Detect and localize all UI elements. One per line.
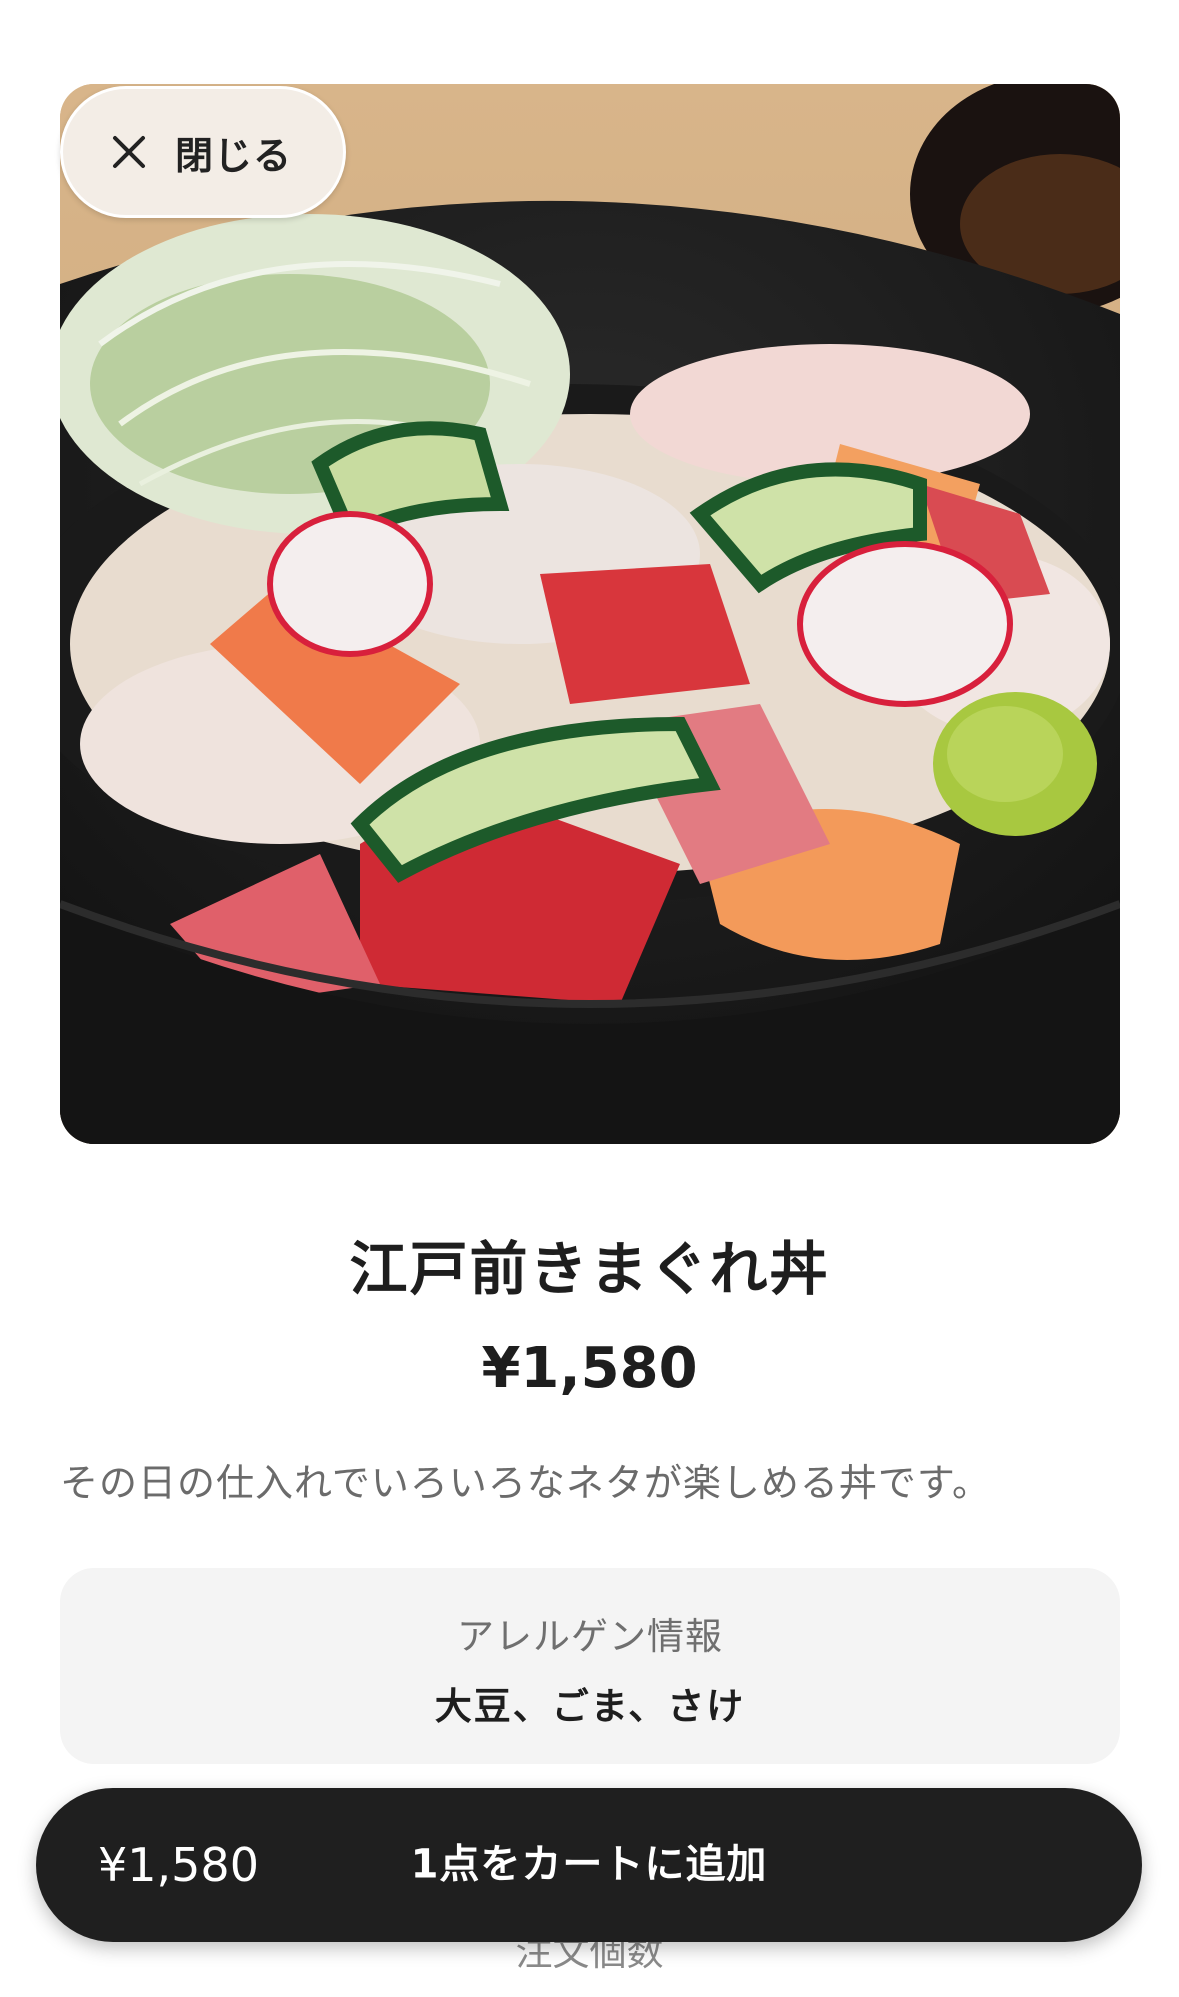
- item-title: 江戸前きまぐれ丼: [349, 1235, 830, 1303]
- add-to-cart-button[interactable]: ¥1,580 1点をカートに追加: [36, 1788, 1142, 1942]
- allergen-info-value: 大豆、ごま、さけ: [434, 1685, 746, 1728]
- item-description: その日の仕入れでいろいろなネタが楽しめる丼です。: [60, 1461, 992, 1505]
- close-button[interactable]: 閉じる: [60, 86, 346, 218]
- allergen-info-card: アレルゲン情報 大豆、ごま、さけ: [60, 1568, 1120, 1764]
- add-to-cart-label: 1点をカートに追加: [410, 1841, 768, 1888]
- item-photo: [60, 84, 1120, 1144]
- donburi-illustration: [60, 84, 1120, 1144]
- allergen-info-title: アレルゲン情報: [457, 1615, 723, 1658]
- item-price: ¥1,580: [481, 1336, 698, 1401]
- close-icon: [113, 136, 145, 168]
- close-button-label: 閉じる: [175, 133, 293, 178]
